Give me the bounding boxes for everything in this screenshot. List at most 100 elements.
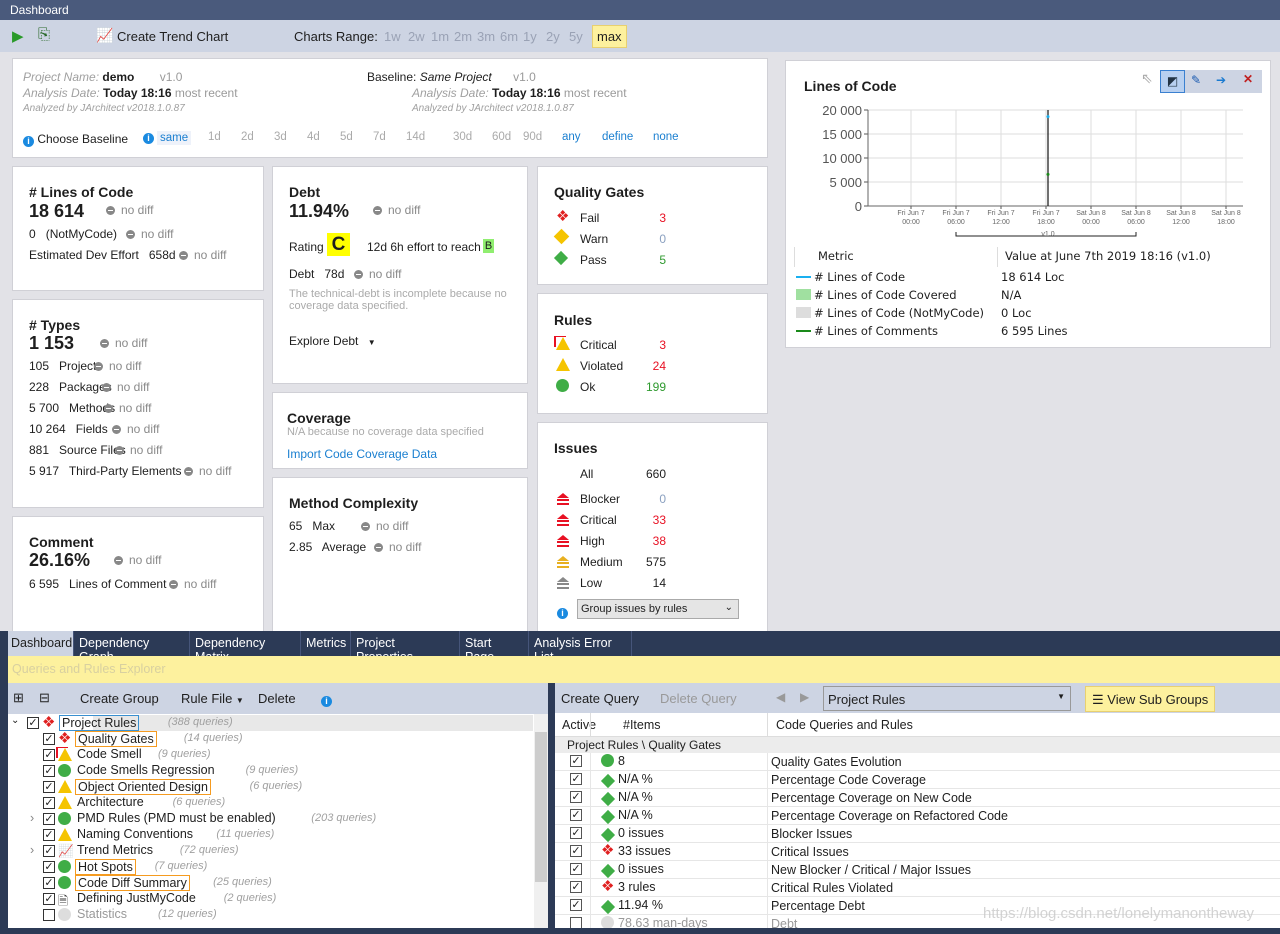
rules-critical-value[interactable]: 3 [628,338,666,352]
issues-high-value[interactable]: 38 [628,534,666,548]
baseline-option-7d[interactable]: 7d [373,131,386,143]
group-select[interactable]: Project Rules ▼ [823,686,1071,711]
issues-blocker-label[interactable]: Blocker [580,492,620,506]
group-issues-select[interactable]: Group issues by rules ⌄ [577,599,739,619]
quality_gates-pass-label[interactable]: Pass [580,253,607,267]
checkbox[interactable]: ✓ [43,749,55,761]
tab-project-properties[interactable]: Project Properties [351,631,460,664]
range-max[interactable]: max [592,25,627,48]
rules-ok-value[interactable]: 199 [628,380,666,394]
rule-file-menu[interactable]: Rule File ▼ [181,691,244,706]
baseline-option-any[interactable]: any [562,131,581,143]
info-icon[interactable]: i [557,608,568,619]
active-checkbox[interactable]: ✓ [570,809,582,821]
active-checkbox[interactable]: ✓ [570,791,582,803]
baseline-option-same[interactable]: same [157,131,192,145]
import-coverage-link[interactable]: Import Code Coverage Data [287,447,437,461]
checkbox[interactable]: ✓ [43,877,55,889]
issues-medium-value[interactable]: 575 [628,555,666,569]
range-5y[interactable]: 5y [569,29,583,44]
rules-ok-label[interactable]: Ok [580,380,595,394]
query-row[interactable]: ✓ N/A % Percentage Coverage on Refactored … [555,807,1280,825]
range-1w[interactable]: 1w [384,29,401,44]
tree-item[interactable]: ⌄ ✓ ❖ Project Rules (388 queries) [11,715,533,731]
checkbox[interactable]: ✓ [43,765,55,777]
tree-item[interactable]: ✓ Code Smell (9 queries) [8,747,533,763]
checkbox[interactable]: ✓ [43,733,55,745]
delete-button[interactable]: Delete [258,691,296,706]
tab-start-page[interactable]: Start Page [460,631,529,664]
query-row[interactable]: ✓ 8 Quality Gates Evolution [555,753,1280,771]
tree-item[interactable]: ✓ Architecture (6 queries) [8,795,533,811]
chevron-down-icon[interactable]: ⌄ [11,715,19,726]
tab-analysis-error-list[interactable]: Analysis Error List [529,631,632,664]
chevron-right-icon[interactable]: › [30,811,34,825]
tree-item[interactable]: ✓ 🗎 Defining JustMyCode (2 queries) [8,891,533,908]
info-icon[interactable]: i [23,136,34,147]
rules-critical-label[interactable]: Critical [580,338,617,352]
tree-item[interactable]: ✓ Hot Spots (7 queries) [8,859,533,875]
baseline-option-5d[interactable]: 5d [340,131,353,143]
tree-item[interactable]: ✓ Naming Conventions (11 queries) [8,827,533,843]
checkbox[interactable]: ✓ [43,829,55,841]
issues-blocker-value[interactable]: 0 [628,492,666,506]
quality_gates-warn-value[interactable]: 0 [628,232,666,246]
tree-item[interactable]: › ✓ 📈 Trend Metrics (72 queries) [8,843,533,859]
issues-low-label[interactable]: Low [580,576,602,590]
quality_gates-fail-label[interactable]: Fail [580,211,599,225]
checkbox[interactable]: ✓ [43,845,55,857]
range-3m[interactable]: 3m [477,29,495,44]
explore-debt-dropdown[interactable]: Explore Debt ▼ [289,334,376,348]
forward-icon[interactable]: ▶ [800,690,809,704]
range-6m[interactable]: 6m [500,29,518,44]
checkbox[interactable]: ✓ [43,797,55,809]
query-row[interactable]: ✓ ❖ 33 issues Critical Issues [555,843,1280,861]
query-row[interactable]: ✓ N/A % Percentage Coverage on New Code [555,789,1280,807]
active-checkbox[interactable]: ✓ [570,881,582,893]
collapse-all-icon[interactable]: ⊟ [39,690,50,706]
quality_gates-fail-value[interactable]: 3 [628,211,666,225]
baseline-option-none[interactable]: none [653,131,679,143]
tree-scrollbar[interactable] [534,714,548,928]
checkbox[interactable]: ✓ [43,813,55,825]
back-icon[interactable]: ◀ [776,690,785,704]
baseline-option-14d[interactable]: 14d [406,131,425,143]
baseline-option-2d[interactable]: 2d [241,131,254,143]
tab-dashboard[interactable]: Dashboard [6,631,74,656]
baseline-option-1d[interactable]: 1d [208,131,221,143]
create-query-button[interactable]: Create Query [561,691,639,706]
query-row[interactable]: ✓ 0 issues New Blocker / Critical / Major … [555,861,1280,879]
tree-item[interactable]: Statistics (12 queries) [8,907,533,923]
create-group-button[interactable]: Create Group [80,691,159,706]
range-1y[interactable]: 1y [523,29,537,44]
tree-item[interactable]: ✓ Object Oriented Design (6 queries) [8,779,533,795]
active-checkbox[interactable]: ✓ [570,863,582,875]
baseline-option-4d[interactable]: 4d [307,131,320,143]
chevron-right-icon[interactable]: › [30,843,34,857]
query-row[interactable]: ✓ 0 issues Blocker Issues [555,825,1280,843]
column-items[interactable]: #Items [623,718,661,732]
info-icon[interactable]: i [321,696,332,707]
range-2m[interactable]: 2m [454,29,472,44]
expand-all-icon[interactable]: ⊞ [13,690,24,706]
range-1m[interactable]: 1m [431,29,449,44]
baseline-option-60d[interactable]: 60d [492,131,511,143]
tree-item[interactable]: › ✓ PMD Rules (PMD must be enabled) (203 qu… [8,811,533,827]
quality_gates-warn-label[interactable]: Warn [580,232,608,246]
view-sub-groups-button[interactable]: ☰ View Sub Groups [1085,686,1215,712]
range-2w[interactable]: 2w [408,29,425,44]
checkbox[interactable]: ✓ [43,893,55,905]
active-checkbox[interactable]: ✓ [570,899,582,911]
issues-critical-value[interactable]: 33 [628,513,666,527]
issues-high-label[interactable]: High [580,534,605,548]
column-name[interactable]: Code Queries and Rules [776,718,913,732]
issues-critical-label[interactable]: Critical [580,513,617,527]
run-icon[interactable]: ▶ [12,27,24,45]
tree-item[interactable]: ✓ ❖ Quality Gates (14 queries) [8,731,533,747]
checkbox[interactable] [43,909,55,921]
range-2y[interactable]: 2y [546,29,560,44]
run-report-icon[interactable]: ⎘ [38,26,50,43]
panel-splitter[interactable] [548,683,555,928]
tree-item[interactable]: ✓ Code Diff Summary (25 queries) [8,875,533,891]
active-checkbox[interactable]: ✓ [570,755,582,767]
